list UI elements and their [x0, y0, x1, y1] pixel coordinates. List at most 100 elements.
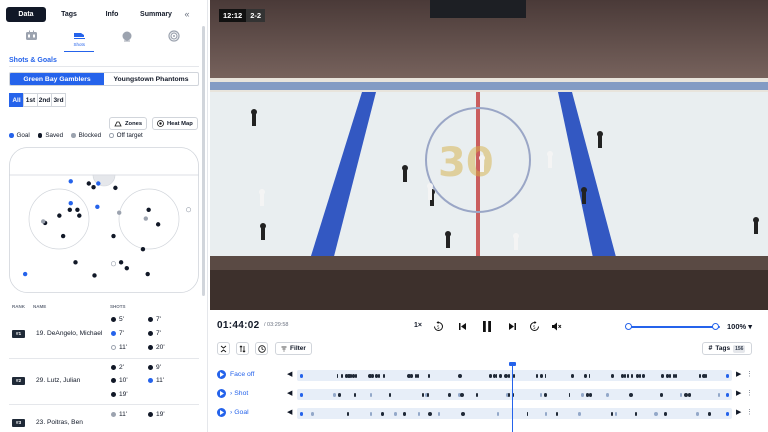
tab-summary[interactable]: Summary: [132, 7, 180, 22]
shot-entry[interactable]: 7': [148, 330, 161, 337]
shot-marker-saved[interactable]: [111, 233, 116, 239]
prev-event-icon[interactable]: ◀: [287, 389, 292, 397]
speed-button[interactable]: 1×: [414, 322, 422, 329]
next-event-icon[interactable]: ▶: [736, 408, 741, 416]
shot-marker-blocked[interactable]: [117, 210, 122, 215]
shot-entry[interactable]: 7': [148, 316, 161, 323]
prev-event-icon[interactable]: ◀: [287, 370, 292, 378]
timeline-event[interactable]: [332, 392, 337, 397]
timeline-event[interactable]: [426, 392, 429, 397]
timeline-event[interactable]: [588, 373, 591, 378]
timeline-event[interactable]: [615, 411, 617, 416]
track-goal[interactable]: [297, 408, 732, 419]
shot-entry[interactable]: 5': [111, 316, 124, 323]
playhead-handle[interactable]: [509, 362, 516, 366]
shot-entry[interactable]: 20': [148, 344, 165, 351]
timeline-event[interactable]: [578, 411, 582, 416]
shot-marker-goals[interactable]: [22, 271, 28, 277]
timeline-event[interactable]: [687, 392, 691, 397]
shot-marker-saved[interactable]: [92, 273, 97, 278]
shot-marker-saved[interactable]: [67, 207, 72, 212]
shot-entry[interactable]: 10': [111, 377, 128, 384]
shot-entry[interactable]: 9': [148, 364, 161, 371]
filter-button[interactable]: Filter: [275, 342, 312, 355]
timeline-event[interactable]: [496, 411, 500, 416]
shot-marker-goals[interactable]: [96, 181, 101, 186]
timeline-event[interactable]: [568, 392, 571, 397]
shot-marker-blocked[interactable]: [143, 216, 148, 221]
timeline-event[interactable]: [626, 373, 629, 378]
shot-marker-off[interactable]: [186, 207, 192, 213]
forward-5-icon[interactable]: 5: [528, 320, 540, 332]
timeline-event[interactable]: [544, 411, 547, 416]
track-label-shot[interactable]: › Shot: [217, 389, 248, 398]
shot-entry[interactable]: 19': [148, 411, 165, 418]
shot-marker-saved[interactable]: [73, 260, 78, 265]
timeline-event[interactable]: [583, 373, 587, 378]
timeline-event[interactable]: [370, 392, 373, 397]
shot-entry[interactable]: 11': [111, 411, 127, 418]
timeline-event[interactable]: [377, 373, 380, 378]
timeline-event[interactable]: [668, 373, 671, 378]
track-faceoff[interactable]: [297, 370, 732, 381]
period-all[interactable]: All: [9, 93, 24, 107]
next-event-icon[interactable]: ▶: [736, 389, 741, 397]
shot-marker-saved[interactable]: [145, 271, 150, 277]
tab-data[interactable]: Data: [6, 6, 46, 22]
timeline-event[interactable]: [629, 392, 633, 397]
zoom-select[interactable]: 100% ▾: [727, 322, 752, 331]
timeline-event[interactable]: [393, 411, 397, 416]
period-1st[interactable]: 1st: [23, 93, 38, 107]
zones-button[interactable]: Zones: [109, 117, 148, 130]
category-puck[interactable]: [112, 30, 142, 52]
timeline-event[interactable]: [661, 373, 665, 378]
timeline-event[interactable]: [708, 411, 712, 416]
more-icon[interactable]: ⋮: [746, 408, 753, 416]
timeline-event[interactable]: [726, 411, 729, 416]
rewind-5-icon[interactable]: 5: [432, 320, 444, 332]
timeline-event[interactable]: [458, 373, 462, 378]
double-chevron-left-icon[interactable]: «: [180, 9, 194, 19]
timeline-event[interactable]: [526, 411, 529, 416]
timeline-event[interactable]: [336, 373, 339, 378]
timeline-event[interactable]: [507, 392, 511, 397]
timeline-event[interactable]: [610, 411, 614, 416]
player-name[interactable]: 19. DeAngelo, Michael: [36, 330, 102, 337]
team-tab-away[interactable]: Youngstown Phantoms: [104, 73, 198, 85]
shot-entry[interactable]: 11': [148, 377, 164, 384]
timeline-event[interactable]: [638, 373, 641, 378]
timeline-event[interactable]: [589, 392, 593, 397]
track-label-goal[interactable]: › Goal: [217, 408, 249, 417]
timeline-event[interactable]: [535, 373, 538, 378]
timeline-event[interactable]: [300, 392, 303, 397]
timeline-event[interactable]: [410, 373, 413, 378]
timeline-event[interactable]: [417, 373, 420, 378]
zoom-slider[interactable]: [625, 323, 720, 330]
timeline-event[interactable]: [353, 392, 356, 397]
timeline-event[interactable]: [698, 373, 702, 378]
timeline-event[interactable]: [370, 373, 374, 378]
timeline-event[interactable]: [495, 373, 498, 378]
shot-marker-saved[interactable]: [60, 233, 66, 239]
shot-marker-saved[interactable]: [118, 260, 124, 265]
player-name[interactable]: 29. Lutz, Julian: [36, 377, 80, 384]
timeline-event[interactable]: [448, 392, 451, 397]
next-event-icon[interactable]: ▶: [736, 370, 741, 378]
timeline-event[interactable]: [675, 373, 678, 378]
timeline-event[interactable]: [544, 373, 547, 378]
timeline-event[interactable]: [696, 411, 699, 416]
panel-scrollbar[interactable]: [202, 26, 205, 296]
timeline-event[interactable]: [642, 373, 646, 378]
category-target[interactable]: [159, 30, 189, 52]
timeline-event[interactable]: [673, 373, 675, 378]
timeline-event[interactable]: [718, 392, 721, 397]
shot-marker-goals[interactable]: [95, 204, 100, 210]
timeline-event[interactable]: [403, 411, 407, 416]
skip-forward-icon[interactable]: [506, 320, 518, 332]
timeline-event[interactable]: [421, 392, 424, 397]
timeline-event[interactable]: [664, 411, 668, 416]
category-shots[interactable]: Shots: [64, 30, 95, 52]
timeline-event[interactable]: [346, 411, 349, 416]
shot-marker-goals[interactable]: [68, 201, 73, 206]
timeline-event[interactable]: [610, 373, 614, 378]
